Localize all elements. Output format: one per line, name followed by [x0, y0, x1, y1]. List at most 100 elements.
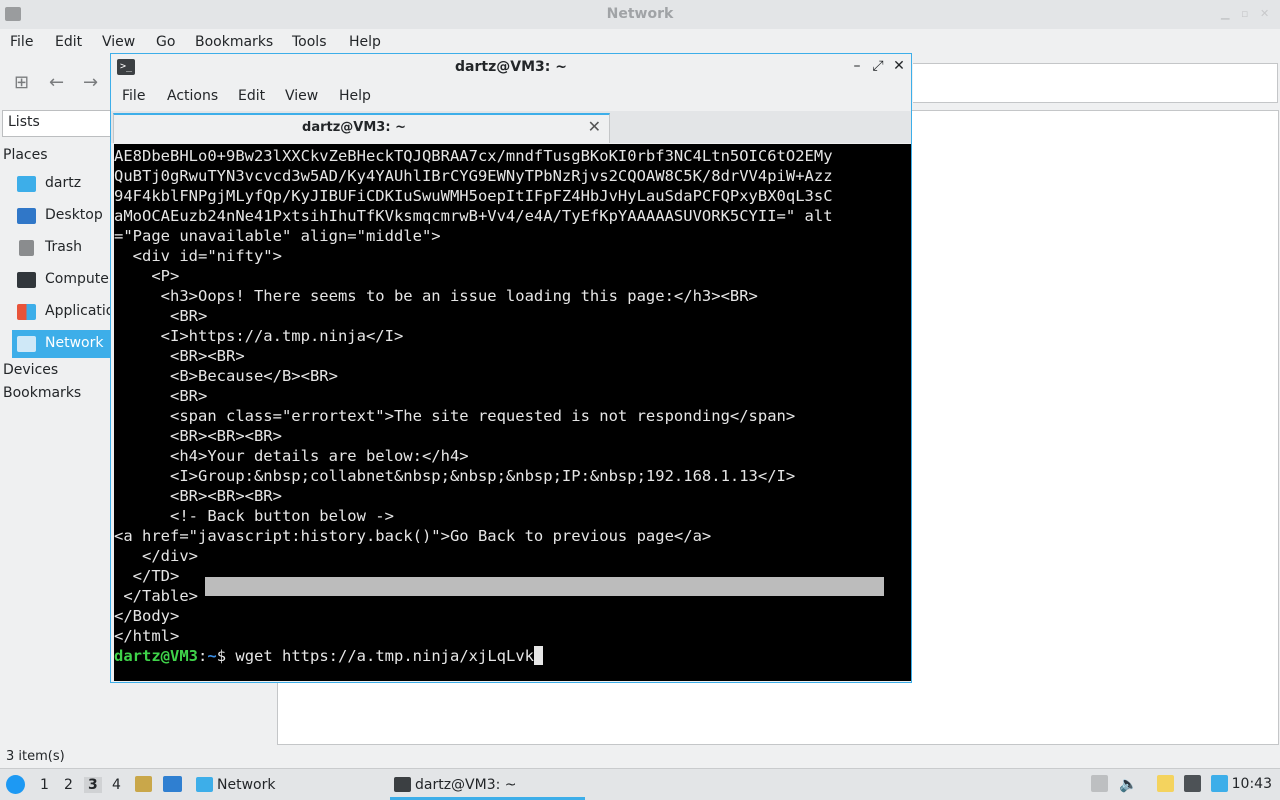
- place-network[interactable]: Network: [12, 330, 112, 358]
- folder-icon: [196, 777, 213, 792]
- terminal-prompt-line: dartz@VM3:~$ wget https://a.tmp.ninja/xj…: [114, 646, 543, 666]
- place-label: Network: [45, 335, 104, 351]
- prompt-symbol: $: [216, 647, 227, 665]
- terminal-line: <BR><BR><BR>: [114, 427, 282, 445]
- terminal-line: 94F4kblFNPgjMLyfQp/KyJIBUFiCDKIuSwuWMH5o…: [114, 187, 833, 205]
- close-tab-icon[interactable]: ✕: [588, 117, 601, 136]
- menu-file[interactable]: File: [122, 88, 145, 104]
- start-menu-icon[interactable]: [6, 775, 25, 794]
- desktop-icon: [17, 208, 36, 224]
- menu-edit[interactable]: Edit: [55, 34, 82, 50]
- task-label: dartz@VM3: ~: [415, 777, 517, 793]
- prompt-separator: :: [198, 647, 208, 665]
- terminal-line: <P>: [114, 267, 180, 285]
- menu-help[interactable]: Help: [349, 34, 381, 50]
- terminal-line: <span class="errortext">The site request…: [114, 407, 796, 425]
- place-applications[interactable]: Applications: [12, 298, 131, 326]
- menu-bookmarks[interactable]: Bookmarks: [195, 34, 273, 50]
- terminal-tabbar: dartz@VM3: ~ ✕: [111, 111, 911, 143]
- terminal-screen[interactable]: AE8DbeBHLo0+9Bw23lXXCkvZeBHeckTQJQBRAA7c…: [114, 144, 911, 681]
- file-manager-title: Network: [606, 6, 674, 22]
- selection-highlight: [205, 577, 884, 596]
- new-tab-icon[interactable]: ⊞: [14, 72, 29, 93]
- menu-view[interactable]: View: [102, 34, 135, 50]
- terminal-line: AE8DbeBHLo0+9Bw23lXXCkvZeBHeckTQJQBRAA7c…: [114, 147, 833, 165]
- back-icon[interactable]: ←: [49, 72, 64, 93]
- workspace-4[interactable]: 4: [112, 777, 121, 793]
- location-bar[interactable]: [913, 63, 1278, 103]
- terminal-window: >_ dartz@VM3: ~ – ⤢ ✕ File Actions Edit …: [110, 53, 912, 683]
- menu-view[interactable]: View: [285, 88, 318, 104]
- terminal-menubar: File Actions Edit View Help: [111, 81, 911, 111]
- side-pane-mode-label: Lists: [8, 114, 40, 130]
- minimize-icon[interactable]: ▁: [1221, 8, 1232, 19]
- terminal-titlebar[interactable]: >_ dartz@VM3: ~ – ⤢ ✕: [111, 54, 911, 81]
- terminal-line: </div>: [114, 547, 198, 565]
- volume-icon[interactable]: 🔈: [1119, 775, 1138, 793]
- network-icon: [17, 336, 36, 352]
- terminal-line: <h3>Oops! There seems to be an issue loa…: [114, 287, 758, 305]
- task-terminal[interactable]: dartz@VM3: ~: [390, 770, 585, 800]
- workspace-3[interactable]: 3: [84, 777, 102, 793]
- terminal-line: <BR><BR><BR>: [114, 487, 282, 505]
- menu-help[interactable]: Help: [339, 88, 371, 104]
- prompt-path: ~: [207, 647, 217, 665]
- workspace-1[interactable]: 1: [40, 777, 49, 793]
- file-manager-launcher-icon[interactable]: [135, 776, 152, 792]
- terminal-icon: [394, 777, 411, 792]
- trash-icon: [19, 240, 34, 256]
- show-desktop-icon[interactable]: [163, 776, 182, 792]
- terminal-line: <I>Group:&nbsp;collabnet&nbsp;&nbsp;&nbs…: [114, 467, 796, 485]
- terminal-tab[interactable]: dartz@VM3: ~ ✕: [113, 113, 610, 143]
- place-trash[interactable]: Trash: [12, 234, 112, 262]
- terminal-line: </html>: [114, 627, 180, 645]
- task-network[interactable]: Network: [192, 770, 382, 800]
- prompt-user: dartz@VM3: [114, 647, 198, 665]
- menu-go[interactable]: Go: [156, 34, 175, 50]
- clock[interactable]: 10:43: [1232, 776, 1272, 792]
- menu-actions[interactable]: Actions: [167, 88, 218, 104]
- devices-heading[interactable]: Devices: [3, 362, 58, 378]
- close-icon[interactable]: ✕: [891, 58, 907, 74]
- task-label: Network: [217, 777, 276, 793]
- network-status-icon[interactable]: [1184, 775, 1201, 792]
- tray-expand-icon[interactable]: [1091, 775, 1108, 792]
- terminal-line: <!- Back button below ->: [114, 507, 394, 525]
- place-label: dartz: [45, 175, 82, 191]
- menu-tools[interactable]: Tools: [292, 34, 327, 50]
- bookmarks-heading[interactable]: Bookmarks: [3, 385, 81, 401]
- terminal-line: <div id="nifty">: [114, 247, 282, 265]
- file-manager-menubar: File Edit View Go Bookmarks Tools Help: [0, 29, 1280, 56]
- notifications-icon[interactable]: [1211, 775, 1228, 792]
- typed-command: wget https://a.tmp.ninja/xjLqLvk: [226, 647, 534, 665]
- places-heading[interactable]: Places: [3, 147, 48, 163]
- home-folder-icon: [17, 176, 36, 192]
- terminal-line: <BR>: [114, 387, 208, 405]
- side-pane-mode-select[interactable]: Lists: [2, 110, 114, 137]
- place-computer[interactable]: Computer: [12, 266, 115, 294]
- place-desktop[interactable]: Desktop: [12, 202, 112, 230]
- applications-icon: [17, 304, 36, 320]
- place-label: Computer: [45, 271, 115, 287]
- terminal-line: <a href="javascript:history.back()">Go B…: [114, 527, 712, 545]
- terminal-line: <B>Because</B><BR>: [114, 367, 338, 385]
- menu-file[interactable]: File: [10, 34, 33, 50]
- maximize-icon[interactable]: ▫: [1241, 8, 1252, 19]
- minimize-icon[interactable]: –: [849, 58, 865, 74]
- terminal-line: </Body>: [114, 607, 180, 625]
- maximize-icon[interactable]: ⤢: [870, 58, 886, 74]
- terminal-line: <BR><BR>: [114, 347, 245, 365]
- forward-icon[interactable]: →: [83, 72, 98, 93]
- taskbar: 1 2 3 4 Network dartz@VM3: ~ 🔈 10:43: [0, 768, 1280, 800]
- status-bar: 3 item(s): [6, 749, 65, 764]
- tab-label: dartz@VM3: ~: [302, 120, 406, 135]
- terminal-line: ="Page unavailable" align="middle">: [114, 227, 441, 245]
- terminal-line: <BR>: [114, 307, 208, 325]
- menu-edit[interactable]: Edit: [238, 88, 265, 104]
- place-dartz[interactable]: dartz: [12, 170, 112, 198]
- close-icon[interactable]: ✕: [1260, 8, 1271, 19]
- workspace-2[interactable]: 2: [64, 777, 73, 793]
- file-manager-titlebar[interactable]: Network ▁ ▫ ✕: [0, 0, 1280, 29]
- clipboard-icon[interactable]: [1157, 775, 1174, 792]
- terminal-line: QuBTj0gRwuTYN3vcvcd3w5AD/Ky4YAUhlIBrCYG9…: [114, 167, 833, 185]
